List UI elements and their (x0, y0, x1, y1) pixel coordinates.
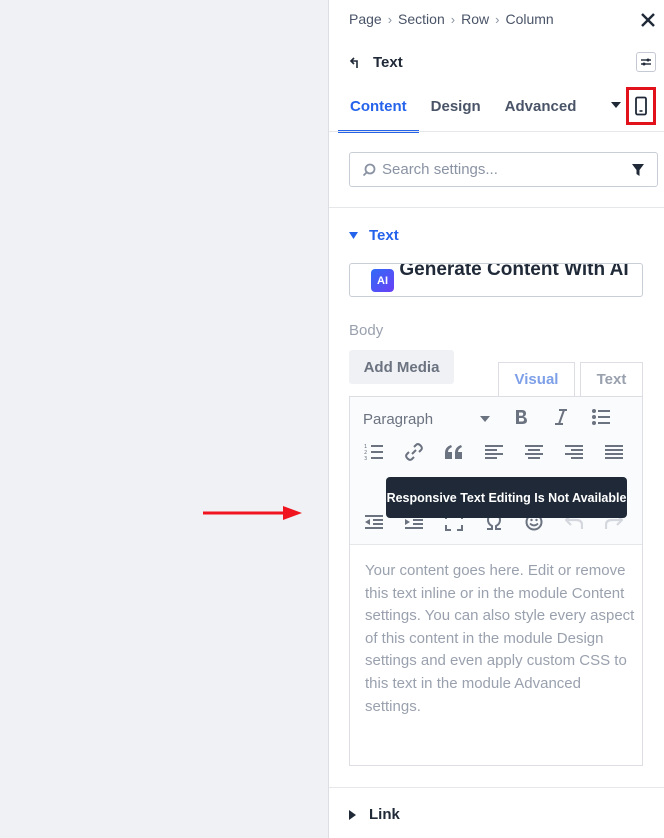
breadcrumb-separator: › (495, 11, 500, 27)
add-media-button[interactable]: Add Media (349, 350, 454, 384)
link-icon[interactable] (403, 441, 425, 463)
tab-content[interactable]: Content (338, 92, 419, 133)
justify-icon[interactable] (603, 441, 625, 463)
breadcrumb-section[interactable]: Section (398, 11, 445, 27)
tab-design[interactable]: Design (419, 92, 493, 133)
editor-content[interactable]: Your content goes here. Edit or remove t… (365, 560, 635, 718)
paragraph-select[interactable]: Paragraph (363, 411, 433, 428)
generate-ai-button[interactable]: AI Generate Content With AI (349, 263, 643, 297)
settings-panel: Page › Section › Row › Column Text Conte… (328, 0, 664, 838)
breadcrumb-page[interactable]: Page (349, 11, 382, 27)
group-text-label: Text (369, 227, 399, 244)
svg-text:3: 3 (364, 456, 367, 461)
search-placeholder: Search settings... (382, 161, 498, 178)
editor-toolbar: Paragraph 123 Responsive Text Editing Is… (350, 397, 642, 545)
close-icon[interactable] (638, 10, 658, 30)
options-icon[interactable] (636, 52, 656, 72)
bold-icon[interactable] (510, 406, 532, 428)
breadcrumb-column[interactable]: Column (505, 11, 553, 27)
settings-tabs: Content Design Advanced (338, 92, 588, 133)
tooltip: Responsive Text Editing Is Not Available (386, 477, 627, 518)
tabs-divider (329, 131, 664, 132)
back-arrow-icon[interactable] (349, 56, 363, 70)
align-right-icon[interactable] (563, 441, 585, 463)
ordered-list-icon[interactable]: 123 (363, 441, 385, 463)
body-label: Body (349, 322, 384, 339)
divider (329, 787, 664, 788)
italic-icon[interactable] (550, 406, 572, 428)
breadcrumb: Page › Section › Row › Column (349, 11, 554, 27)
caret-down-icon (349, 232, 358, 239)
outdent-icon[interactable] (363, 511, 385, 533)
align-left-icon[interactable] (483, 441, 505, 463)
blockquote-icon[interactable] (443, 441, 465, 463)
align-center-icon[interactable] (523, 441, 545, 463)
responsive-mobile-icon[interactable] (626, 87, 656, 125)
divider (329, 207, 664, 208)
group-text-toggle[interactable]: Text (349, 227, 399, 244)
bullet-list-icon[interactable] (590, 406, 612, 428)
preview-canvas (0, 0, 328, 838)
filter-icon[interactable] (631, 163, 645, 177)
search-input[interactable]: Search settings... (349, 152, 658, 187)
tab-advanced[interactable]: Advanced (493, 92, 589, 133)
caret-down-icon[interactable] (480, 416, 490, 422)
group-link-label: Link (369, 806, 400, 823)
ai-badge: AI (371, 269, 394, 292)
caret-right-icon (349, 809, 356, 820)
generate-ai-label: Generate Content With AI (399, 263, 629, 280)
editor-tab-visual[interactable]: Visual (498, 362, 575, 396)
module-title: Text (349, 54, 403, 71)
module-title-text: Text (373, 54, 403, 71)
arrow-right-icon (203, 506, 302, 520)
breadcrumb-separator: › (387, 11, 393, 27)
breadcrumb-row[interactable]: Row (461, 11, 489, 27)
breadcrumb-separator: › (450, 11, 456, 27)
editor-tab-text[interactable]: Text (580, 362, 643, 396)
search-icon (362, 163, 376, 176)
caret-down-icon[interactable] (611, 101, 621, 109)
group-link-toggle[interactable]: Link (349, 806, 400, 823)
rich-text-editor: Paragraph 123 Responsive Text Editing Is… (349, 396, 643, 766)
